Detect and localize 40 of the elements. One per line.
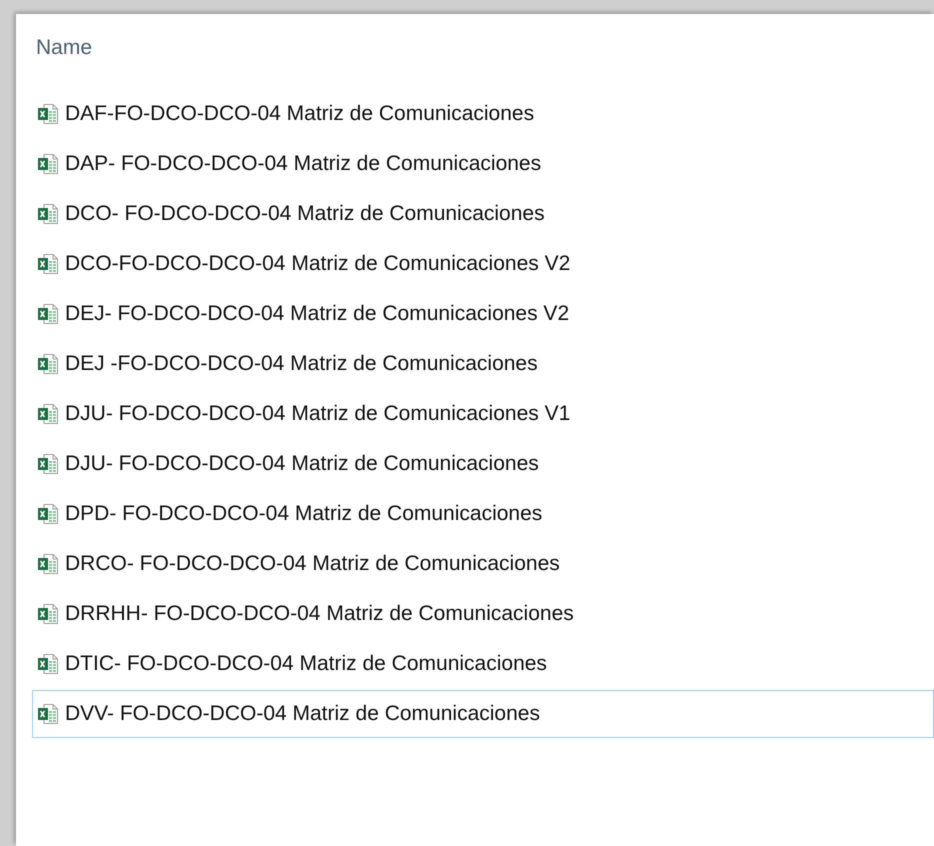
file-name: DEJ -FO-DCO-DCO-04 Matriz de Comunicaciones — [65, 352, 538, 376]
spreadsheet-file-icon — [37, 303, 59, 325]
spreadsheet-file-icon — [37, 703, 59, 725]
spreadsheet-file-icon — [37, 453, 59, 475]
spreadsheet-file-icon — [37, 553, 59, 575]
spreadsheet-file-icon — [37, 203, 59, 225]
file-row[interactable]: DTIC- FO-DCO-DCO-04 Matriz de Comunicaciones — [32, 640, 934, 688]
spreadsheet-file-icon — [37, 253, 59, 275]
spreadsheet-file-icon — [37, 353, 59, 375]
file-row[interactable]: DEJ- FO-DCO-DCO-04 Matriz de Comunicaciones V2 — [32, 290, 934, 338]
spreadsheet-file-icon — [37, 103, 59, 125]
spreadsheet-file-icon — [37, 153, 59, 175]
name-column-header[interactable]: Name — [32, 14, 96, 70]
file-row[interactable]: DRRHH- FO-DCO-DCO-04 Matriz de Comunicaciones — [32, 590, 934, 638]
spreadsheet-file-icon — [37, 603, 59, 625]
file-name: DJU- FO-DCO-DCO-04 Matriz de Comunicaciones — [65, 452, 539, 476]
spreadsheet-file-icon — [37, 653, 59, 675]
file-row[interactable]: DCO-FO-DCO-DCO-04 Matriz de Comunicaciones V2 — [32, 240, 934, 288]
file-name: DCO-FO-DCO-DCO-04 Matriz de Comunicaciones V2 — [65, 252, 570, 276]
file-row[interactable]: DRCO- FO-DCO-DCO-04 Matriz de Comunicaciones — [32, 540, 934, 588]
file-name: DCO- FO-DCO-DCO-04 Matriz de Comunicaciones — [65, 202, 545, 226]
file-name: DRCO- FO-DCO-DCO-04 Matriz de Comunicaciones — [65, 552, 560, 576]
file-name: DAP- FO-DCO-DCO-04 Matriz de Comunicaciones — [65, 152, 542, 176]
file-row[interactable]: DCO- FO-DCO-DCO-04 Matriz de Comunicaciones — [32, 190, 934, 238]
file-row[interactable]: DVV- FO-DCO-DCO-04 Matriz de Comunicaciones — [32, 690, 934, 738]
spreadsheet-file-icon — [37, 503, 59, 525]
file-row[interactable]: DJU- FO-DCO-DCO-04 Matriz de Comunicaciones V1 — [32, 390, 934, 438]
file-name: DTIC- FO-DCO-DCO-04 Matriz de Comunicaciones — [65, 652, 547, 676]
file-name: DJU- FO-DCO-DCO-04 Matriz de Comunicaciones V1 — [65, 402, 570, 426]
file-name: DRRHH- FO-DCO-DCO-04 Matriz de Comunicaciones — [65, 602, 574, 626]
spreadsheet-file-icon — [37, 403, 59, 425]
file-row[interactable]: DAP- FO-DCO-DCO-04 Matriz de Comunicaciones — [32, 140, 934, 188]
file-name: DAF-FO-DCO-DCO-04 Matriz de Comunicaciones — [65, 102, 534, 126]
file-name: DPD- FO-DCO-DCO-04 Matriz de Comunicaciones — [65, 502, 542, 526]
file-row[interactable]: DPD- FO-DCO-DCO-04 Matriz de Comunicaciones — [32, 490, 934, 538]
file-row[interactable]: DJU- FO-DCO-DCO-04 Matriz de Comunicaciones — [32, 440, 934, 488]
file-name: DEJ- FO-DCO-DCO-04 Matriz de Comunicaciones V2 — [65, 302, 570, 326]
file-row[interactable]: DAF-FO-DCO-DCO-04 Matriz de Comunicaciones — [32, 90, 934, 138]
file-row[interactable]: DEJ -FO-DCO-DCO-04 Matriz de Comunicaciones — [32, 340, 934, 388]
file-name: DVV- FO-DCO-DCO-04 Matriz de Comunicaciones — [65, 702, 540, 726]
